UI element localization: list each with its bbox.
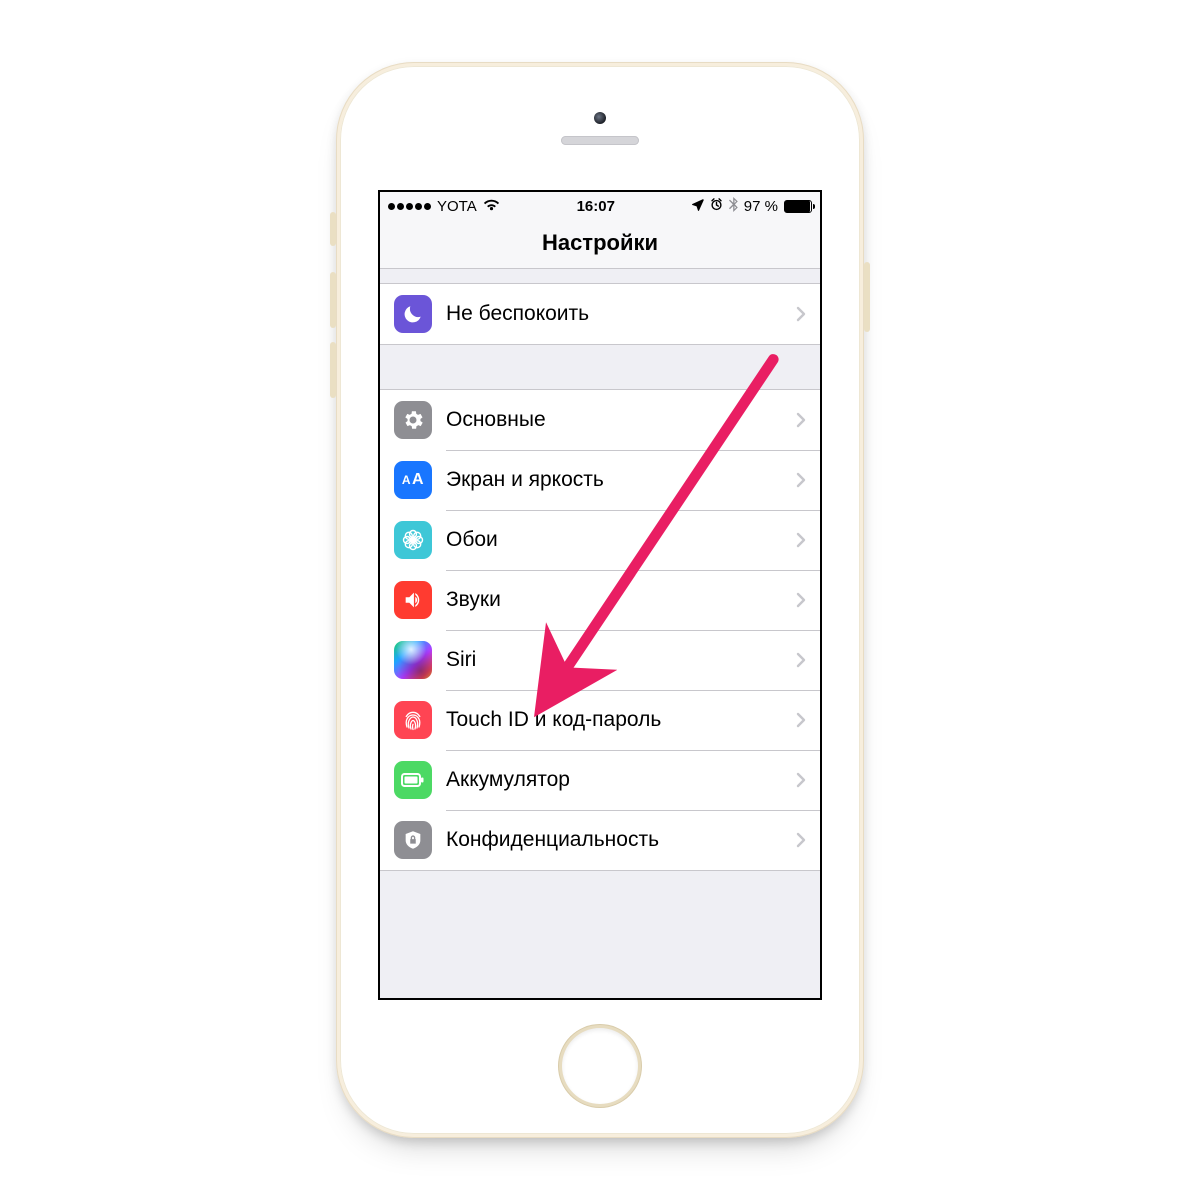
signal-strength-icon <box>388 203 431 210</box>
fingerprint-icon <box>394 701 432 739</box>
chevron-right-icon <box>796 306 806 322</box>
alarm-icon <box>710 198 723 215</box>
row-do-not-disturb[interactable]: Не беспокоить <box>380 284 820 344</box>
chevron-right-icon <box>796 472 806 488</box>
clock: 16:07 <box>577 198 615 215</box>
chevron-right-icon <box>796 412 806 428</box>
chevron-right-icon <box>796 832 806 848</box>
battery-icon <box>784 200 812 213</box>
chevron-right-icon <box>796 712 806 728</box>
row-sounds[interactable]: Звуки <box>380 570 820 630</box>
row-label: Основные <box>446 408 796 432</box>
row-label: Экран и яркость <box>446 468 796 492</box>
row-label: Звуки <box>446 588 796 612</box>
display-icon: AA <box>394 461 432 499</box>
battery-percent: 97 % <box>744 198 778 215</box>
battery-icon <box>394 761 432 799</box>
home-button[interactable] <box>562 1028 638 1104</box>
row-general[interactable]: Основные <box>380 390 820 450</box>
row-label: Siri <box>446 648 796 672</box>
phone-device-frame: YOTA 16:07 97 % <box>336 62 864 1138</box>
row-touch-id-passcode[interactable]: Touch ID и код-пароль <box>380 690 820 750</box>
carrier-name: YOTA <box>437 198 477 215</box>
front-camera <box>594 112 606 124</box>
row-privacy[interactable]: Конфиденциальность <box>380 810 820 870</box>
mute-switch <box>330 212 336 246</box>
privacy-icon <box>394 821 432 859</box>
row-wallpaper[interactable]: Обои <box>380 510 820 570</box>
row-label: Конфиденциальность <box>446 828 796 852</box>
screen: YOTA 16:07 97 % <box>378 190 822 1000</box>
settings-list[interactable]: Не беспокоить Основные <box>380 269 820 999</box>
row-label: Аккумулятор <box>446 768 796 792</box>
row-label: Touch ID и код-пароль <box>446 708 796 732</box>
page-title: Настройки <box>380 220 820 269</box>
gear-icon <box>394 401 432 439</box>
earpiece-speaker <box>561 136 639 145</box>
settings-group: Не беспокоить <box>380 283 820 345</box>
chevron-right-icon <box>796 772 806 788</box>
settings-group: Основные AA Экран и яркость <box>380 389 820 871</box>
status-bar: YOTA 16:07 97 % <box>380 192 820 220</box>
row-label: Не беспокоить <box>446 302 796 326</box>
volume-down-button <box>330 342 336 398</box>
row-siri[interactable]: Siri <box>380 630 820 690</box>
chevron-right-icon <box>796 532 806 548</box>
wifi-icon <box>483 198 500 215</box>
sounds-icon <box>394 581 432 619</box>
wallpaper-icon <box>394 521 432 559</box>
volume-up-button <box>330 272 336 328</box>
row-display-brightness[interactable]: AA Экран и яркость <box>380 450 820 510</box>
row-label: Обои <box>446 528 796 552</box>
bluetooth-icon <box>729 197 738 216</box>
chevron-right-icon <box>796 652 806 668</box>
power-button <box>864 262 870 332</box>
siri-icon <box>394 641 432 679</box>
row-battery[interactable]: Аккумулятор <box>380 750 820 810</box>
location-icon <box>692 198 704 215</box>
chevron-right-icon <box>796 592 806 608</box>
moon-icon <box>394 295 432 333</box>
